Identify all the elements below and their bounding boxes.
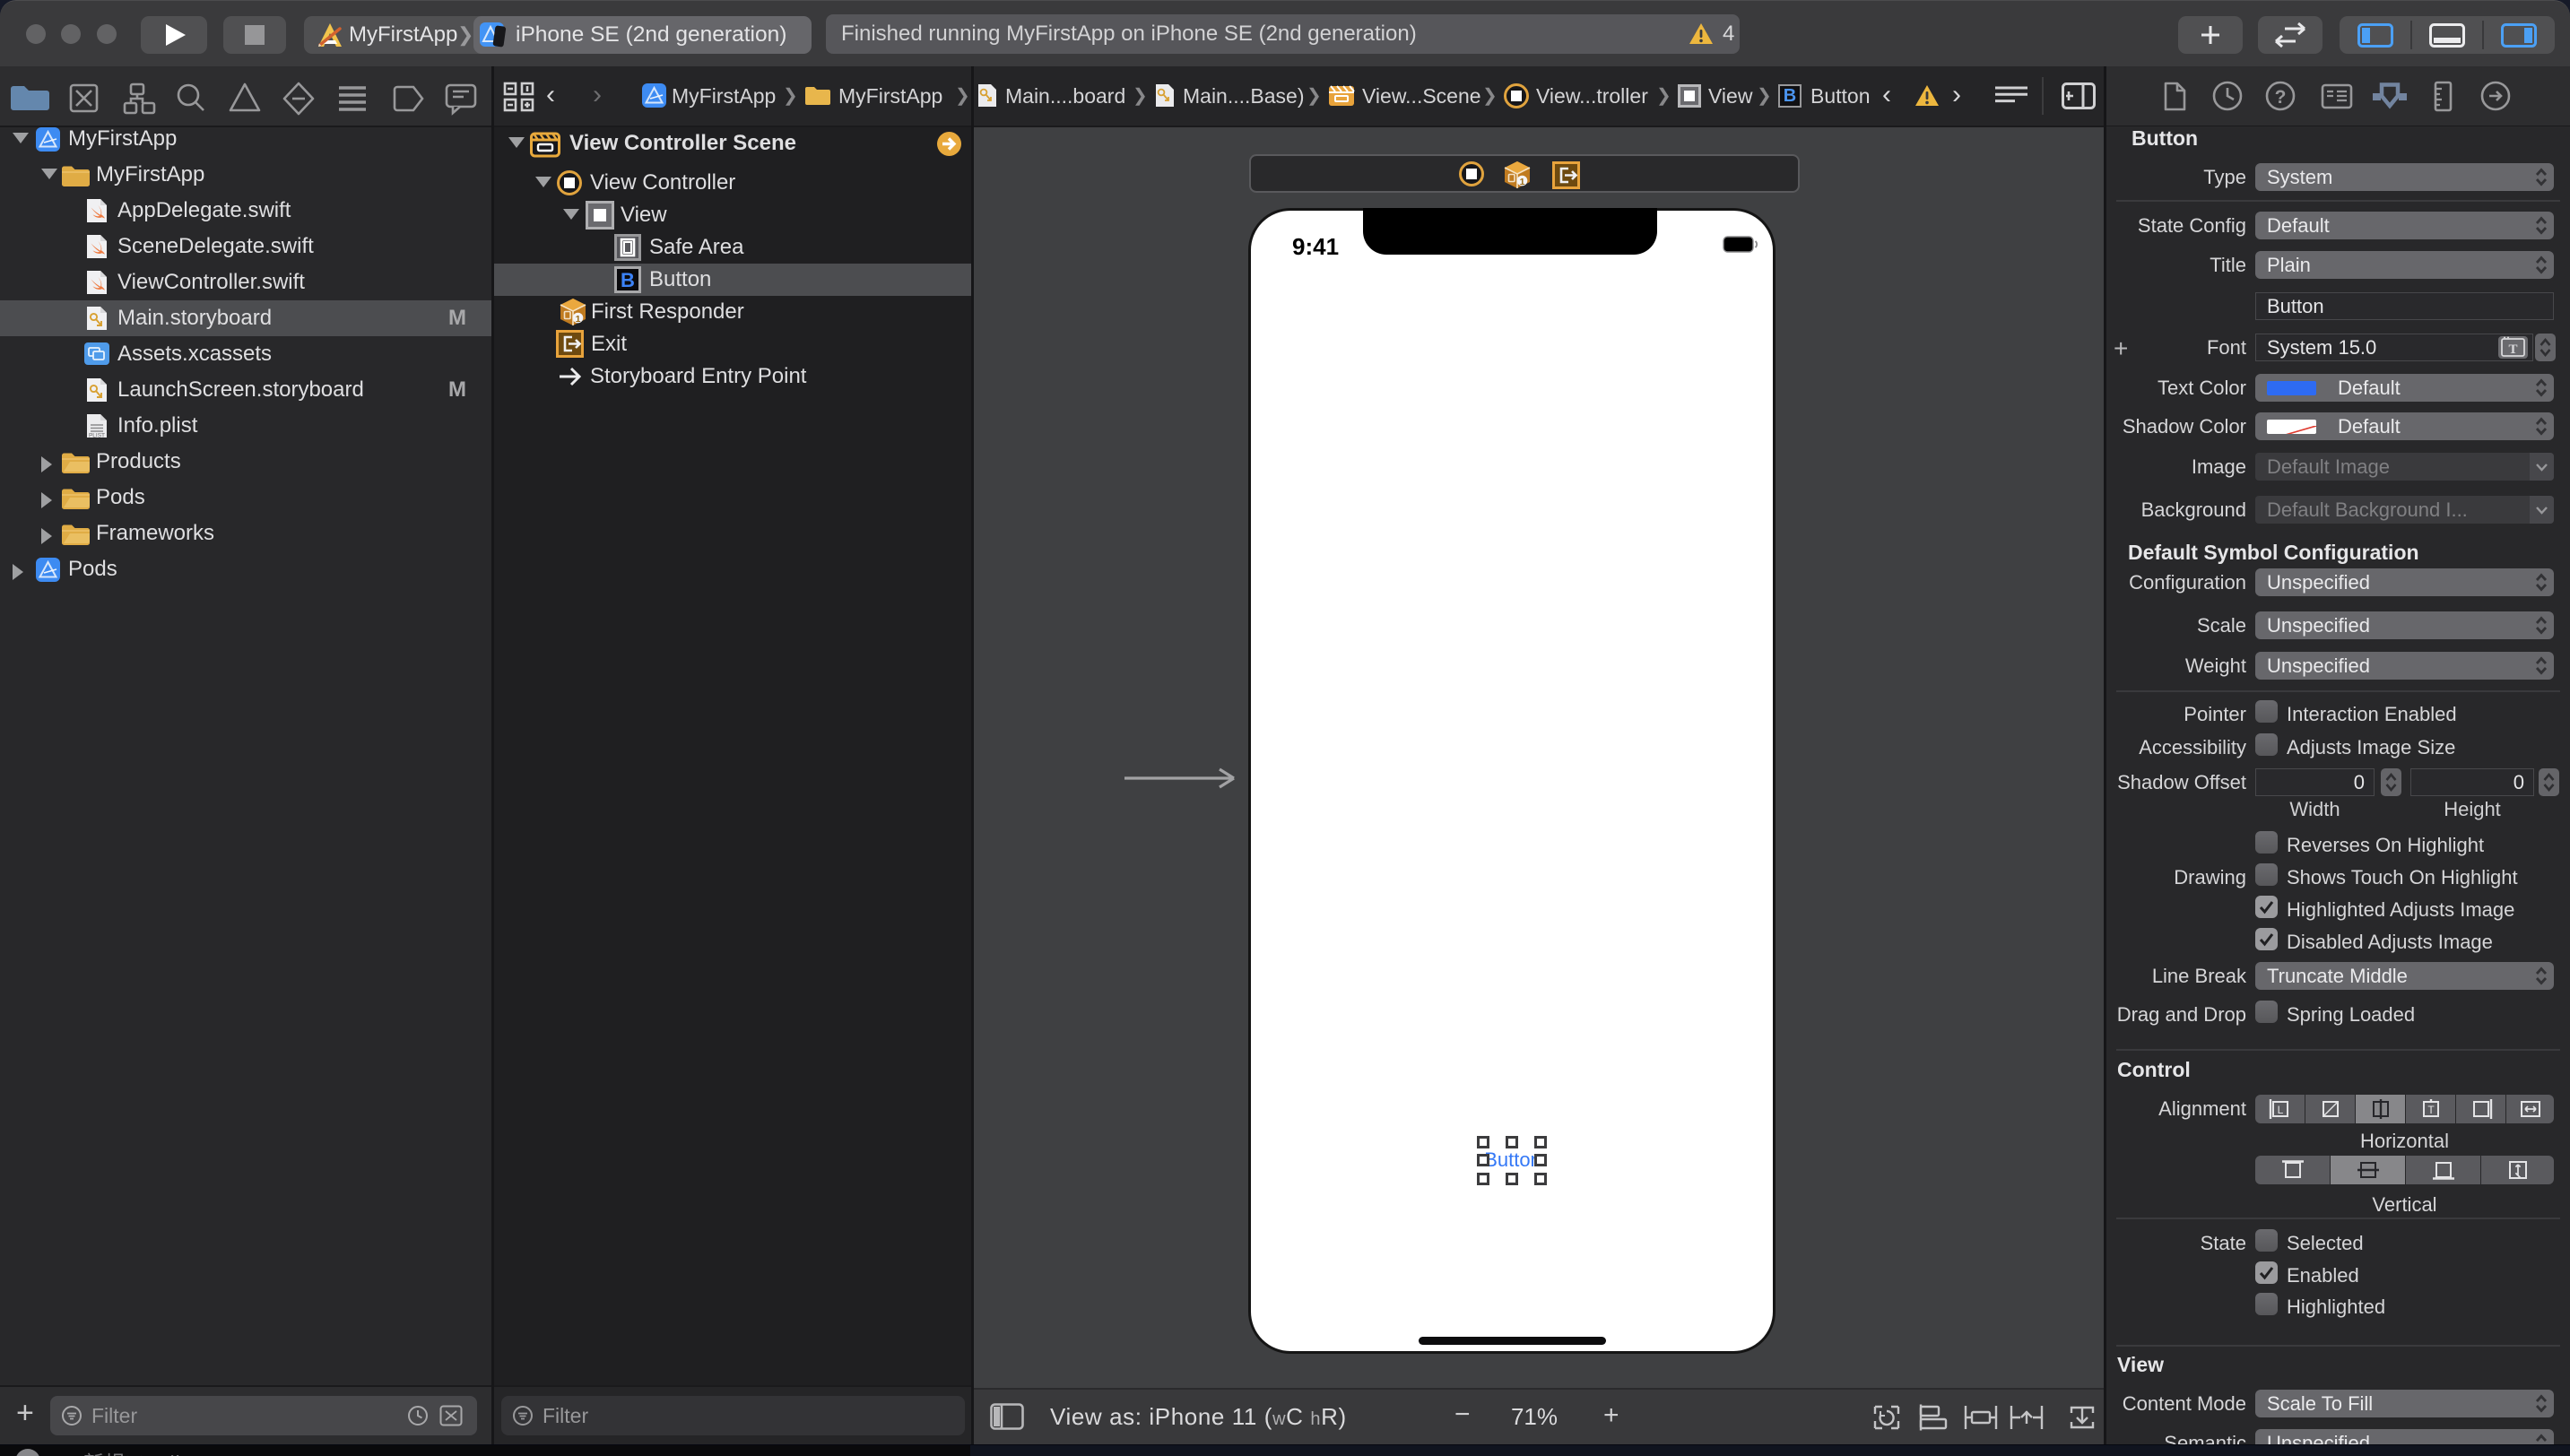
svg-text:T: T	[2508, 342, 2517, 357]
svg-text:?: ?	[2275, 87, 2287, 108]
svg-text:PLIST: PLIST	[89, 433, 105, 439]
svg-text:T: T	[2427, 1104, 2435, 1116]
svg-text:B: B	[621, 269, 635, 291]
svg-text:L: L	[2277, 1104, 2283, 1116]
svg-text:1: 1	[576, 314, 581, 325]
svg-text:1: 1	[1520, 177, 1525, 187]
